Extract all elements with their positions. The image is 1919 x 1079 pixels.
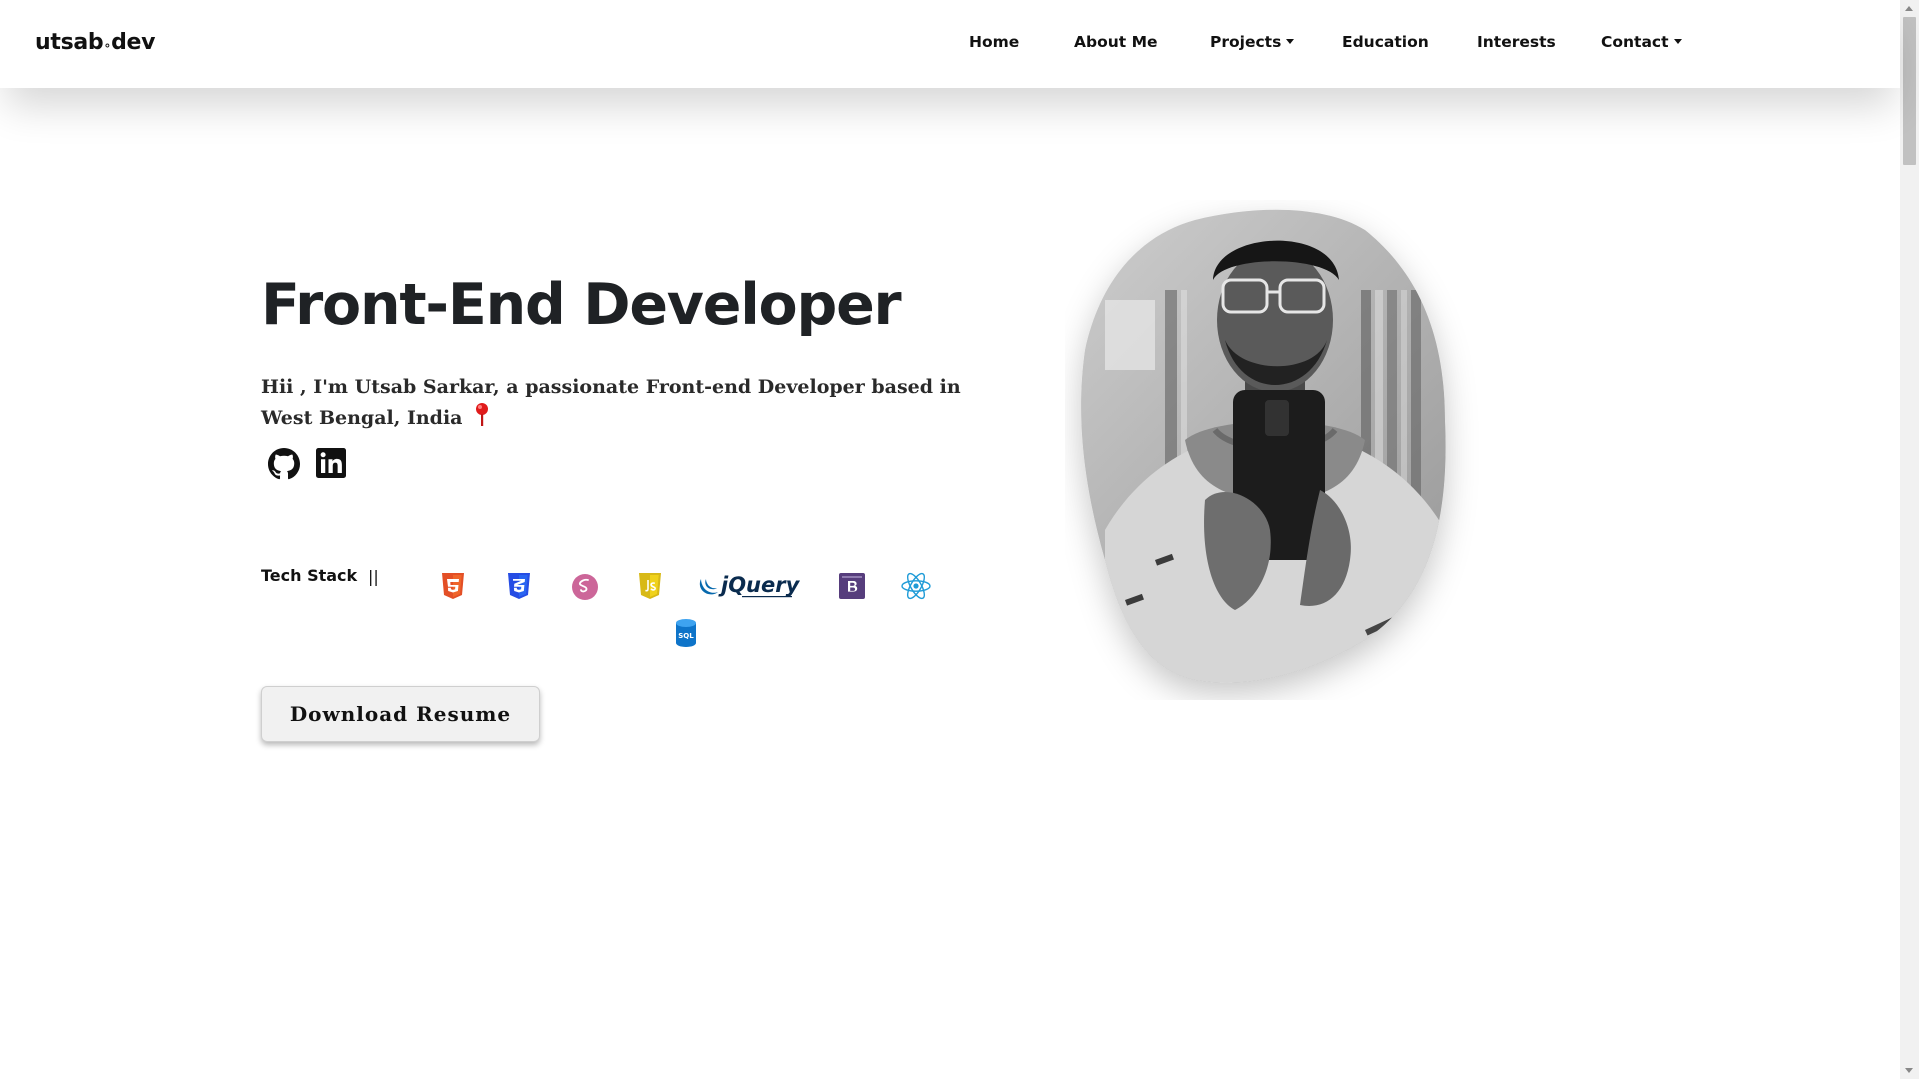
nav-links: Home About Me Projects Education Interes… (0, 33, 1900, 57)
intro-sentence: Hii , I'm Utsab Sarkar, a passionate Fro… (261, 376, 961, 429)
nav-interests[interactable]: Interests (1477, 33, 1556, 51)
nav-contact-dropdown[interactable]: Contact (1601, 33, 1682, 51)
css3-icon (506, 572, 532, 604)
profile-photo (1065, 200, 1545, 700)
sql-icon: SQL (674, 618, 698, 652)
javascript-icon (637, 572, 663, 604)
location-pin-icon (473, 402, 491, 426)
scroll-up-arrow[interactable] (1905, 6, 1913, 11)
nav-projects-label: Projects (1210, 33, 1282, 51)
nav-about[interactable]: About Me (1074, 33, 1158, 51)
hero-title: Front-End Developer (261, 272, 902, 338)
tech-stack-label: Tech Stack (261, 566, 358, 585)
jquery-logo: jQuery (697, 570, 805, 606)
scrollbar[interactable] (1900, 0, 1919, 1079)
intro-text: Hii , I'm Utsab Sarkar, a passionate Fro… (261, 372, 961, 433)
nav-contact-label: Contact (1601, 33, 1669, 51)
nav-home[interactable]: Home (969, 33, 1019, 51)
nav-education[interactable]: Education (1342, 33, 1429, 51)
chevron-down-icon (1286, 39, 1295, 44)
react-icon (900, 571, 932, 605)
html5-icon (440, 572, 466, 604)
sql-label: SQL (678, 632, 694, 640)
jquery-wordmark: jQuery (718, 573, 801, 597)
download-resume-button[interactable]: Download Resume (261, 686, 540, 742)
navbar: utsab°dev Home About Me Projects Educati… (0, 0, 1900, 88)
bootstrap-icon (839, 572, 865, 604)
chevron-down-icon (1673, 39, 1682, 44)
scroll-thumb[interactable] (1903, 17, 1916, 165)
github-icon[interactable] (268, 448, 302, 482)
nav-projects-dropdown[interactable]: Projects (1210, 33, 1295, 51)
scroll-down-arrow[interactable] (1905, 1068, 1913, 1073)
sass-icon (571, 573, 599, 605)
linkedin-icon[interactable] (316, 448, 350, 482)
tech-stack-separator: || (368, 567, 379, 586)
